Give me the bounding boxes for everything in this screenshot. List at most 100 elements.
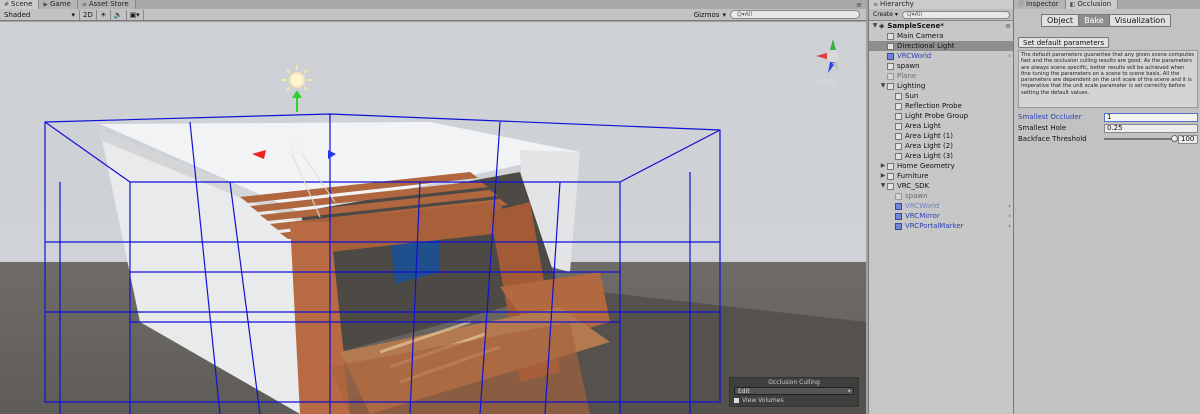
tab-label: Inspector: [1026, 0, 1059, 8]
hierarchy-row[interactable]: spawn: [869, 61, 1014, 71]
chevron-down-icon: ▾: [71, 10, 75, 19]
gameobject-cube-icon: [895, 212, 902, 220]
chevron-right-icon[interactable]: ›: [1008, 201, 1011, 211]
asset-store-icon: ≡: [81, 1, 87, 8]
hierarchy-item-label: VRCMirror: [905, 212, 940, 220]
view-volumes-label: View Volumes: [742, 397, 784, 404]
tab-inspector[interactable]: ⓘ Inspector: [1014, 0, 1066, 9]
tab-label: Game: [50, 0, 71, 8]
hierarchy-row[interactable]: Main Camera: [869, 31, 1014, 41]
chevron-right-icon[interactable]: ›: [1008, 211, 1011, 221]
hierarchy-item-label: Directional Light: [897, 42, 955, 50]
hierarchy-row[interactable]: Sun: [869, 91, 1014, 101]
scene-root-row[interactable]: ▼ ◈ SampleScene* ≡: [869, 21, 1014, 31]
set-default-parameters-button[interactable]: Set default parameters: [1018, 37, 1110, 48]
hierarchy-row[interactable]: ▶ Home Geometry: [869, 161, 1014, 171]
hierarchy-item-label: Lighting: [897, 82, 926, 90]
chevron-right-icon[interactable]: ▶: [879, 161, 887, 171]
tab-game[interactable]: ▶ Game: [39, 0, 78, 9]
hierarchy-item-label: VRCWorld: [905, 202, 940, 210]
chevron-down-icon[interactable]: ▼: [871, 21, 879, 31]
gameobject-cube-icon: [887, 52, 894, 60]
checkbox-icon[interactable]: [734, 398, 739, 403]
visualization-mode-button[interactable]: Visualization: [1109, 14, 1172, 27]
backface-threshold-input[interactable]: 100: [1178, 134, 1198, 144]
hierarchy-toolbar: Create ▾ Q▾All: [869, 9, 1014, 21]
hierarchy-item-label: Plane: [897, 72, 917, 80]
chevron-down-icon[interactable]: ▼: [879, 181, 887, 191]
shading-mode-dropdown[interactable]: Shaded ▾: [0, 9, 80, 20]
smallest-occluder-input[interactable]: 1: [1104, 112, 1198, 122]
create-dropdown[interactable]: Create ▾: [869, 11, 902, 18]
scene-viewport[interactable]: < Persp: [0, 22, 866, 414]
smallest-hole-field: Smallest Hole 0.25: [1018, 123, 1198, 133]
smallest-hole-input[interactable]: 0.25: [1104, 123, 1198, 133]
hierarchy-row[interactable]: Area Light (3): [869, 151, 1014, 161]
tab-label: Scene: [11, 0, 33, 8]
hierarchy-row[interactable]: VRCWorld ›: [869, 201, 1014, 211]
hierarchy-row[interactable]: Area Light: [869, 121, 1014, 131]
toggle-2d-button[interactable]: 2D: [80, 9, 97, 20]
backface-threshold-field: Backface Threshold 100: [1018, 134, 1198, 144]
gameobject-cube-icon: [895, 132, 902, 140]
hierarchy-item-label: VRCWorld: [897, 52, 932, 60]
hierarchy-row[interactable]: Plane: [869, 71, 1014, 81]
scene-menu-icon[interactable]: ≡: [1005, 21, 1011, 31]
hierarchy-row[interactable]: VRCWorld ›: [869, 51, 1014, 61]
occlusion-culling-overlay: Occlusion Culling Edit View Volumes: [729, 377, 859, 407]
info-icon: ⓘ: [1018, 1, 1025, 8]
view-volumes-toggle[interactable]: View Volumes: [734, 397, 854, 404]
chevron-right-icon[interactable]: ▶: [879, 171, 887, 181]
gameobject-cube-icon: [887, 82, 894, 90]
y-axis-arrow: [292, 90, 302, 98]
hierarchy-item-label: Reflection Probe: [905, 102, 962, 110]
chevron-right-icon[interactable]: ›: [1008, 51, 1011, 61]
hierarchy-row[interactable]: Area Light (2): [869, 141, 1014, 151]
gameobject-cube-icon: [895, 222, 902, 230]
slider-knob[interactable]: [1171, 135, 1178, 142]
inspector-tab-strip: ⓘ Inspector ◧ Occlusion: [1014, 0, 1200, 9]
hierarchy-row[interactable]: Light Probe Group: [869, 111, 1014, 121]
hierarchy-row[interactable]: ▼ Lighting: [869, 81, 1014, 91]
hierarchy-row[interactable]: Directional Light: [869, 41, 1014, 51]
gameobject-cube-icon: [887, 72, 894, 80]
tab-label: Occlusion: [1077, 0, 1112, 8]
occlusion-panel: ⓘ Inspector ◧ Occlusion Object Bake Visu…: [1013, 0, 1200, 414]
hierarchy-row[interactable]: ▼ VRC_SDK: [869, 181, 1014, 191]
chevron-down-icon[interactable]: ▼: [879, 81, 887, 91]
effects-toggle-icon[interactable]: ▣▾: [127, 9, 144, 20]
persp-label[interactable]: < Persp: [813, 78, 836, 85]
help-box: The default parameters guarantee that an…: [1018, 50, 1198, 108]
tab-asset-store[interactable]: ≡ Asset Store: [77, 0, 136, 9]
backface-threshold-slider[interactable]: 100: [1104, 134, 1198, 144]
scene-search-input[interactable]: Q▾All: [730, 10, 860, 19]
tab-scene[interactable]: # Scene: [0, 0, 40, 9]
hierarchy-search-input[interactable]: Q▾All: [901, 10, 1010, 19]
hierarchy-tab-strip: ≡ Hierarchy: [869, 0, 1014, 9]
gameobject-cube-icon: [895, 92, 902, 100]
unity-scene-icon: ◈: [879, 22, 885, 30]
audio-toggle-icon[interactable]: 🔈: [111, 9, 127, 20]
chevron-right-icon[interactable]: ›: [1008, 221, 1011, 231]
hierarchy-item-label: spawn: [905, 192, 928, 200]
hierarchy-item-label: spawn: [897, 62, 920, 70]
gameobject-cube-icon: [895, 192, 902, 200]
gizmos-dropdown[interactable]: Gizmos ▾: [694, 11, 726, 19]
hierarchy-row[interactable]: Reflection Probe: [869, 101, 1014, 111]
hierarchy-row[interactable]: spawn: [869, 191, 1014, 201]
hierarchy-row[interactable]: ▶ Furniture: [869, 171, 1014, 181]
overlay-mode-dropdown[interactable]: Edit: [734, 387, 854, 395]
lighting-toggle-icon[interactable]: ☀: [97, 9, 111, 20]
hierarchy-row[interactable]: Area Light (1): [869, 131, 1014, 141]
tab-occlusion[interactable]: ◧ Occlusion: [1065, 0, 1119, 9]
tab-hierarchy[interactable]: ≡ Hierarchy: [869, 0, 1014, 9]
hierarchy-item-label: Area Light (3): [905, 152, 953, 160]
hierarchy-row[interactable]: VRCPortalMarker ›: [869, 221, 1014, 231]
bake-mode-button[interactable]: Bake: [1079, 14, 1110, 27]
panel-menu-icon[interactable]: ≡: [856, 1, 866, 9]
hierarchy-row[interactable]: VRCMirror ›: [869, 211, 1014, 221]
slider-track[interactable]: [1104, 135, 1178, 142]
hierarchy-item-label: Area Light: [905, 122, 941, 130]
field-label: Smallest Occluder: [1018, 113, 1082, 121]
object-mode-button[interactable]: Object: [1041, 14, 1080, 27]
